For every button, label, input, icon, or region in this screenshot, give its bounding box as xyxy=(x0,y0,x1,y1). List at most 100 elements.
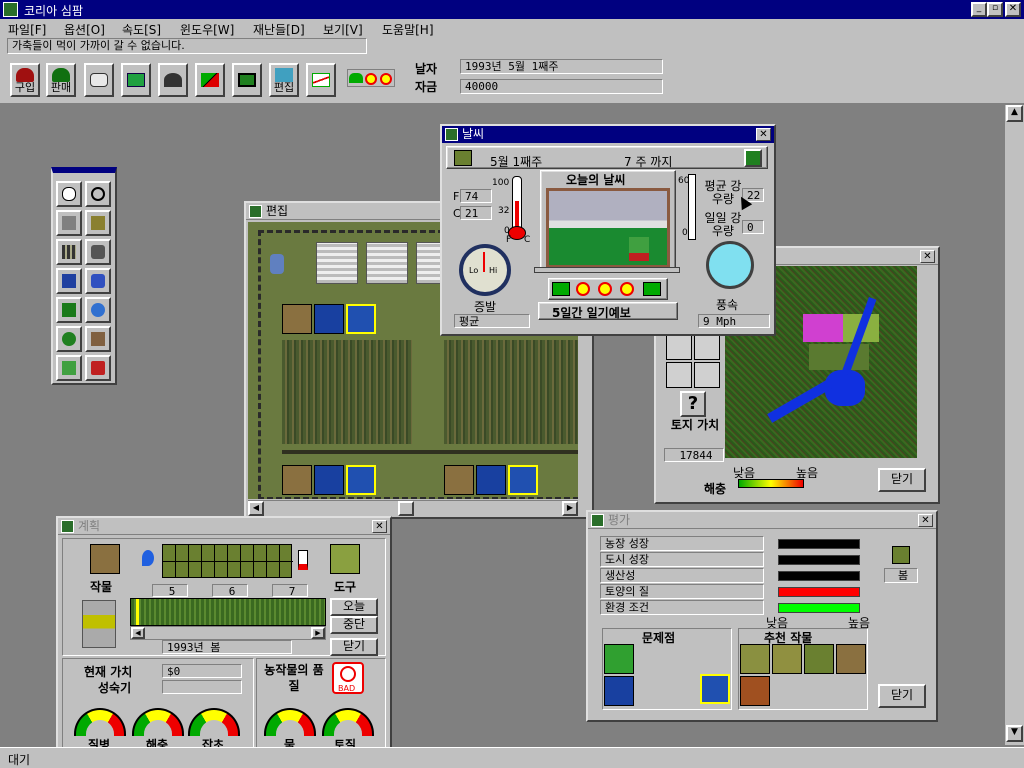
current-value-field: $0 xyxy=(162,664,242,678)
rain-scale-bot: 0 xyxy=(682,228,688,238)
map-icon[interactable] xyxy=(121,63,151,97)
timeline-left-button[interactable]: ◀ xyxy=(131,627,145,639)
date-label: 날자 xyxy=(415,62,438,76)
handshake-icon[interactable] xyxy=(84,63,114,97)
scale-unit-f: F xyxy=(506,235,512,245)
barn-icon xyxy=(591,514,604,527)
tool-select-icon[interactable] xyxy=(330,544,360,574)
crop-field[interactable] xyxy=(444,340,578,444)
magnifier-tool[interactable] xyxy=(85,181,111,207)
flood-icon xyxy=(700,674,730,704)
hay-tool[interactable] xyxy=(85,210,111,236)
menu-speed[interactable]: 속도[S] xyxy=(122,21,161,38)
menu-window[interactable]: 윈도우[W] xyxy=(180,21,234,38)
pipe-tool[interactable] xyxy=(56,268,82,294)
grain-icon xyxy=(804,644,834,674)
scroll-thumb[interactable] xyxy=(398,501,414,516)
timeline-right-button[interactable]: ▶ xyxy=(311,627,325,639)
plus-minus-icon[interactable] xyxy=(195,63,225,97)
plant-tool[interactable] xyxy=(56,355,82,381)
leaf-icon[interactable] xyxy=(744,149,762,167)
timeline-marker[interactable] xyxy=(136,599,139,625)
vegetable-icon xyxy=(740,676,770,706)
flood-icon[interactable] xyxy=(508,465,538,495)
tree-tool[interactable] xyxy=(56,297,82,323)
menu-options[interactable]: 옵션[O] xyxy=(64,21,105,38)
maximize-button[interactable]: ▫ xyxy=(987,2,1003,17)
scroll-right-button[interactable]: ▶ xyxy=(562,501,578,516)
soil-quality-bar xyxy=(778,587,860,597)
flood-icon[interactable] xyxy=(346,304,376,334)
weather-mini-icon[interactable] xyxy=(347,69,395,87)
potato-icon[interactable] xyxy=(282,465,312,495)
chart-icon[interactable] xyxy=(306,63,336,97)
scroll-left-button[interactable]: ◀ xyxy=(248,501,264,516)
pond-tool[interactable] xyxy=(85,297,111,323)
horizontal-scrollbar[interactable]: ◀ ▶ xyxy=(248,500,578,516)
map-close-icon[interactable]: ✕ xyxy=(920,250,935,263)
crop-field[interactable] xyxy=(282,340,412,444)
weather-window-title: 날씨 xyxy=(462,127,485,141)
close-button[interactable]: ✕ xyxy=(1005,2,1021,17)
water-icon[interactable] xyxy=(314,304,344,334)
snake-icon[interactable] xyxy=(694,362,720,388)
edit-button[interactable]: 편집 xyxy=(269,63,299,97)
pipe-tools[interactable] xyxy=(82,600,116,648)
menu-disasters[interactable]: 재난들[D] xyxy=(253,21,305,38)
environment-bar xyxy=(778,603,860,613)
timeline-track[interactable] xyxy=(130,598,326,626)
map-close-button[interactable]: 닫기 xyxy=(878,468,926,492)
tractor-icon[interactable] xyxy=(694,334,720,360)
bush-tool[interactable] xyxy=(56,326,82,352)
corn-icon xyxy=(772,644,802,674)
crop-grid[interactable] xyxy=(162,544,293,578)
timeline-scrollbar[interactable]: ◀ ▶ xyxy=(130,626,326,640)
crop-select-icon[interactable] xyxy=(90,544,120,574)
problems-label: 문제점 xyxy=(642,631,676,645)
tractor-tool[interactable] xyxy=(85,268,111,294)
potato-icon[interactable] xyxy=(282,304,312,334)
barn-building xyxy=(316,242,358,284)
road-tool[interactable] xyxy=(56,239,82,265)
menu-view[interactable]: 보기[V] xyxy=(323,21,363,38)
water-drop-icon[interactable] xyxy=(142,550,154,566)
today-button[interactable]: 오늘 xyxy=(330,598,378,616)
plan-close-button[interactable]: 닫기 xyxy=(330,638,378,656)
barrel-tool[interactable] xyxy=(85,355,111,381)
potato-icon[interactable] xyxy=(444,465,474,495)
minimize-button[interactable]: _ xyxy=(971,2,987,17)
weather-close-icon[interactable]: ✕ xyxy=(756,128,771,141)
worm-icon[interactable] xyxy=(666,362,692,388)
storm-icon xyxy=(643,282,661,296)
stop-button[interactable]: 중단 xyxy=(330,616,378,634)
plant-icon xyxy=(62,361,76,375)
vertical-scrollbar[interactable]: ▲ ▼ xyxy=(1005,105,1024,745)
evaluation-close-button[interactable]: 닫기 xyxy=(878,684,926,708)
info-icon[interactable] xyxy=(666,334,692,360)
info-tool[interactable] xyxy=(56,181,82,207)
tractor-icon xyxy=(91,274,105,288)
menu-help[interactable]: 도움말[H] xyxy=(382,21,434,38)
calendar-icon[interactable] xyxy=(232,63,262,97)
water-icon[interactable] xyxy=(314,465,344,495)
barn-tool[interactable] xyxy=(85,326,111,352)
sell-button[interactable]: 판매 xyxy=(46,63,76,97)
bush-icon xyxy=(62,332,76,346)
week-label: 5월 1째주 xyxy=(490,155,543,169)
bridge-tool[interactable] xyxy=(85,239,111,265)
plan-close-icon[interactable]: ✕ xyxy=(372,520,387,533)
toolbar-area: 가축들이 먹이 가까이 갈 수 없습니다. 구입 판매 편집 날자 1993년 … xyxy=(0,37,1024,104)
water-icon[interactable] xyxy=(476,465,506,495)
evaluation-close-icon[interactable]: ✕ xyxy=(918,514,933,527)
flood-icon[interactable] xyxy=(346,465,376,495)
buy-button[interactable]: 구입 xyxy=(10,63,40,97)
temperature-icon[interactable] xyxy=(298,550,308,570)
help-icon[interactable]: ? xyxy=(680,391,706,417)
rooster-icon[interactable] xyxy=(158,63,188,97)
scroll-down-button[interactable]: ▼ xyxy=(1006,725,1023,742)
eval-row-label: 환경 조건 xyxy=(600,600,764,615)
fence-tool[interactable] xyxy=(56,210,82,236)
scroll-up-button[interactable]: ▲ xyxy=(1006,105,1023,122)
menu-file[interactable]: 파일[F] xyxy=(8,21,46,38)
thermometer-icon xyxy=(512,176,522,233)
